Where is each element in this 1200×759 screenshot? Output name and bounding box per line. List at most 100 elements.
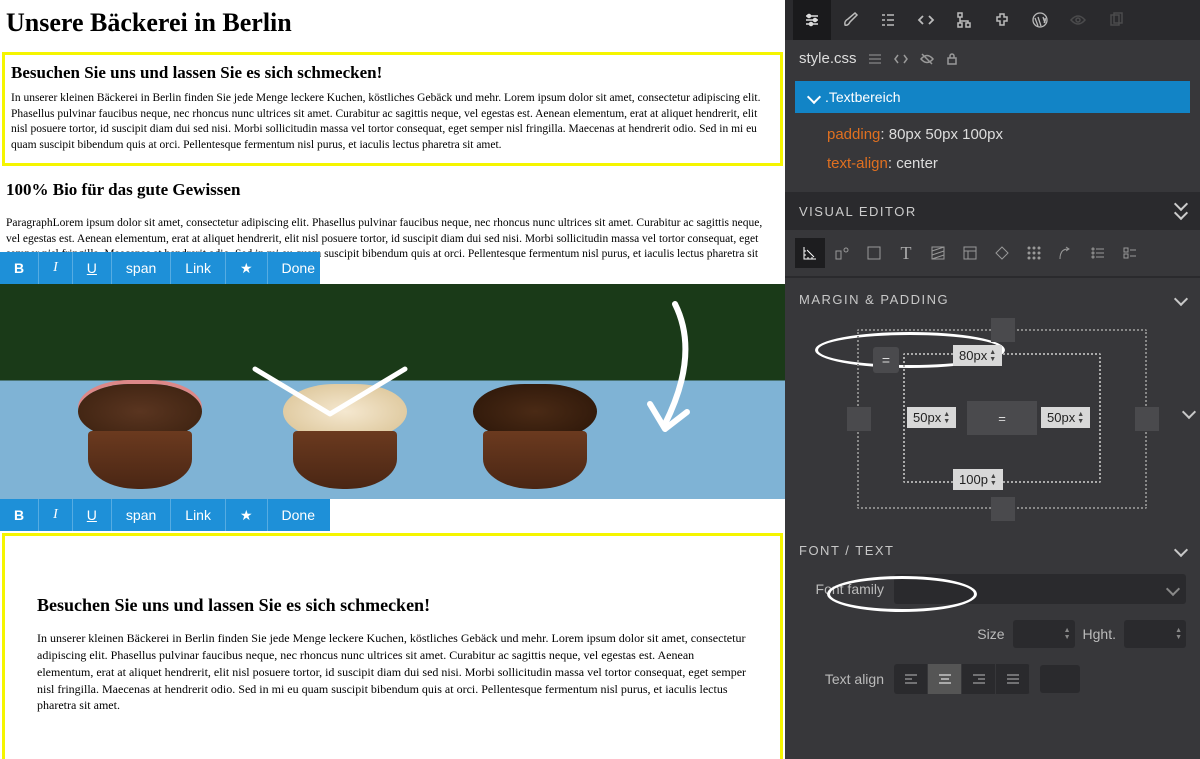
- layout-tool-icon[interactable]: [955, 238, 985, 268]
- chevron-down-icon: [1176, 543, 1186, 558]
- bold-button[interactable]: B: [0, 252, 39, 284]
- align-left-button[interactable]: [894, 664, 928, 694]
- margin-padding-label: MARGIN & PADDING: [799, 292, 949, 307]
- list-tab-icon[interactable]: [869, 0, 907, 40]
- inline-toolbar-2: B I U span Link ★ Done: [0, 499, 330, 531]
- box-model-editor: = = 80px▲▼ 50px▲▼ 50px▲▼ 100p▲▼: [795, 319, 1190, 519]
- copy-tab-icon[interactable]: [1097, 0, 1135, 40]
- chevron-down-icon[interactable]: [1184, 405, 1194, 420]
- font-family-select[interactable]: [894, 574, 1186, 604]
- text-align-extra[interactable]: [1040, 665, 1080, 693]
- stylesheet-row[interactable]: style.css: [785, 40, 1200, 77]
- margin-top-input[interactable]: [991, 318, 1015, 342]
- chevron-down-icon: [1176, 292, 1186, 307]
- eye-tab-icon[interactable]: [1059, 0, 1097, 40]
- text-align-row: Text align: [785, 654, 1200, 704]
- star-button[interactable]: ★: [226, 499, 268, 531]
- italic-button[interactable]: I: [39, 252, 73, 284]
- text-tool-icon[interactable]: T: [891, 238, 921, 268]
- transform-tool-icon[interactable]: [987, 238, 1017, 268]
- font-text-header[interactable]: FONT / TEXT: [785, 529, 1200, 564]
- brush-tab-icon[interactable]: [831, 0, 869, 40]
- css-prop-padding[interactable]: padding: 80px 50px 100px: [827, 121, 1186, 150]
- css-prop-text-align[interactable]: text-align: center: [827, 150, 1186, 179]
- line-height-input[interactable]: ▲▼: [1124, 620, 1186, 648]
- structure-tab-icon[interactable]: [945, 0, 983, 40]
- code-icon: [893, 51, 909, 67]
- grid-tool-icon[interactable]: [1019, 238, 1049, 268]
- link-button[interactable]: Link: [171, 499, 226, 531]
- heading-bio: 100% Bio für das gute Gewissen: [0, 170, 785, 208]
- done-button[interactable]: Done: [268, 499, 329, 531]
- link-button[interactable]: Link: [171, 252, 226, 284]
- margin-bottom-input[interactable]: [991, 497, 1015, 521]
- span-button[interactable]: span: [112, 499, 171, 531]
- border-tool-icon[interactable]: [859, 238, 889, 268]
- selector-text: .Textbereich: [825, 89, 900, 105]
- visual-editor-header[interactable]: VISUAL EDITOR: [785, 192, 1200, 230]
- lines-icon: [867, 51, 883, 67]
- wordpress-tab-icon[interactable]: [1021, 0, 1059, 40]
- font-text-label: FONT / TEXT: [799, 543, 894, 558]
- font-family-label: Font family: [799, 581, 884, 597]
- text-block-1[interactable]: Besuchen Sie uns und lassen Sie es sich …: [2, 52, 783, 166]
- puzzle-tab-icon[interactable]: [983, 0, 1021, 40]
- settings-tab-icon[interactable]: [793, 0, 831, 40]
- link-values-button[interactable]: =: [873, 347, 899, 373]
- image-block[interactable]: [0, 284, 785, 499]
- lock-icon: [945, 52, 959, 66]
- span-button[interactable]: span: [112, 252, 171, 284]
- collapse-icon: [1176, 202, 1186, 220]
- position-tool-icon[interactable]: [827, 238, 857, 268]
- chevron-down-icon: [809, 89, 819, 105]
- font-family-row: Font family: [785, 564, 1200, 614]
- inline-toolbar-1: B I U span Link ★ Done: [0, 252, 320, 284]
- bold-button[interactable]: B: [0, 499, 39, 531]
- size-label: Size: [977, 626, 1004, 642]
- stylesheet-name: style.css: [799, 50, 857, 67]
- visual-editor-label: VISUAL EDITOR: [799, 204, 917, 219]
- css-selector[interactable]: .Textbereich: [795, 81, 1190, 113]
- font-size-input[interactable]: ▲▼: [1013, 620, 1075, 648]
- cupcake-image: [275, 359, 415, 489]
- page-h1: Unsere Bäckerei in Berlin: [0, 0, 785, 52]
- dimensions-tool-icon[interactable]: [795, 238, 825, 268]
- align-center-button[interactable]: [928, 664, 962, 694]
- text-align-label: Text align: [799, 671, 884, 687]
- underline-button[interactable]: U: [73, 252, 112, 284]
- page-preview: Unsere Bäckerei in Berlin Besuchen Sie u…: [0, 0, 785, 759]
- more-tool-icon[interactable]: [1115, 238, 1145, 268]
- font-size-row: Size ▲▼ Hght. ▲▼: [785, 614, 1200, 654]
- padding-left-input[interactable]: 50px▲▼: [907, 407, 956, 428]
- done-button[interactable]: Done: [268, 252, 329, 284]
- editor-tool-row: T: [785, 230, 1200, 278]
- block1-paragraph: In unserer kleinen Bäckerei in Berlin fi…: [11, 91, 774, 153]
- margin-left-input[interactable]: [847, 407, 871, 431]
- star-button[interactable]: ★: [226, 252, 268, 284]
- cupcake-image: [70, 359, 210, 489]
- code-tab-icon[interactable]: [907, 0, 945, 40]
- animation-tool-icon[interactable]: [1051, 238, 1081, 268]
- block2-heading: Besuchen Sie uns und lassen Sie es sich …: [37, 595, 748, 616]
- underline-button[interactable]: U: [73, 499, 112, 531]
- background-tool-icon[interactable]: [923, 238, 953, 268]
- italic-button[interactable]: I: [39, 499, 73, 531]
- eye-off-icon: [919, 51, 935, 67]
- align-right-button[interactable]: [962, 664, 996, 694]
- text-align-group: [894, 664, 1030, 694]
- top-icon-row: [785, 0, 1200, 40]
- arrow-annotation-icon: [615, 294, 705, 464]
- margin-padding-header[interactable]: MARGIN & PADDING: [785, 278, 1200, 313]
- align-justify-button[interactable]: [996, 664, 1030, 694]
- css-inspector-sidebar: style.css .Textbereich padding: 80px 50p…: [785, 0, 1200, 759]
- margin-right-input[interactable]: [1135, 407, 1159, 431]
- css-properties: padding: 80px 50px 100px text-align: cen…: [785, 113, 1200, 192]
- cupcake-image: [465, 359, 605, 489]
- padding-top-input[interactable]: 80px▲▼: [953, 345, 1002, 366]
- content-box: =: [967, 401, 1037, 435]
- padding-right-input[interactable]: 50px▲▼: [1041, 407, 1090, 428]
- list-tool-icon[interactable]: [1083, 238, 1113, 268]
- padding-bottom-input[interactable]: 100p▲▼: [953, 469, 1003, 490]
- block2-paragraph: In unserer kleinen Bäckerei in Berlin fi…: [37, 630, 748, 714]
- text-block-2[interactable]: Besuchen Sie uns und lassen Sie es sich …: [2, 533, 783, 759]
